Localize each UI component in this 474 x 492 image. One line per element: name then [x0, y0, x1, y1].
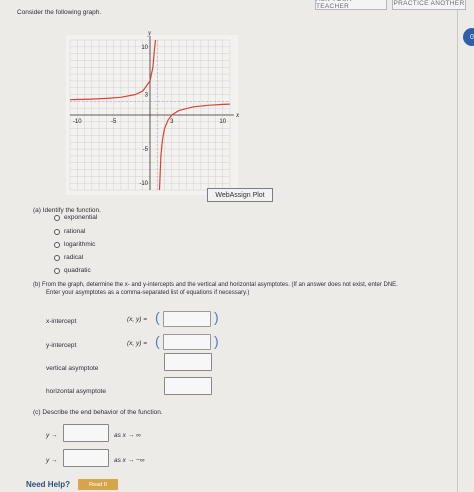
open-paren: ( [155, 309, 160, 325]
as-x-negative-infinity: as x → −∞ [114, 457, 145, 464]
y-intercept-label: y-intercept [46, 342, 77, 349]
x-tick-label: 10 [219, 119, 226, 125]
x-tick-label: -5 [111, 119, 117, 125]
x-intercept-input[interactable] [163, 311, 211, 327]
read-it-button[interactable]: Read It [78, 479, 118, 490]
end-behavior-lhs: y → [46, 432, 58, 439]
option-quadratic[interactable]: quadratic [54, 267, 91, 274]
x-intercept-label: x-intercept [46, 318, 77, 325]
ask-teacher-button[interactable]: ASK YOUR TEACHER [315, 0, 387, 10]
end-behavior-neg-input[interactable] [63, 449, 109, 467]
radio-button[interactable] [54, 254, 60, 261]
x-intercept-xy-prefix: (x, y) = [127, 316, 148, 323]
vertical-asymptote-input[interactable] [164, 353, 212, 371]
page-edge-rule [457, 0, 458, 492]
y-tick-label: -10 [139, 181, 148, 187]
close-paren: ) [214, 333, 219, 349]
x-axis-label: x [235, 111, 240, 119]
part-b-prompt: (b) From the graph, determine the x- and… [33, 282, 398, 288]
option-radical[interactable]: radical [54, 254, 83, 261]
horizontal-asymptote-label: horizontal asymptote [46, 388, 106, 395]
radio-button[interactable] [54, 267, 60, 274]
end-behavior-pos-input[interactable] [63, 424, 109, 442]
option-label: radical [64, 254, 84, 261]
open-paren: ( [155, 333, 160, 349]
close-paren: ) [214, 309, 219, 325]
part-b-instructions: Enter your asymptotes as a comma-separat… [46, 290, 250, 296]
option-rational[interactable]: rational [54, 228, 85, 235]
option-exponential[interactable]: exponential [54, 214, 97, 221]
practice-another-button[interactable]: PRACTICE ANOTHER [392, 0, 466, 10]
option-logarithmic[interactable]: logarithmic [54, 241, 95, 248]
as-x-positive-infinity: as x → ∞ [114, 432, 141, 439]
option-label: quadratic [64, 267, 91, 274]
option-label: logarithmic [64, 241, 96, 248]
radio-button[interactable] [54, 214, 60, 221]
vertical-asymptote-label: vertical asymptote [46, 365, 99, 372]
question-badge[interactable]: 0 [463, 28, 474, 46]
function-graph: -10 -5 3 10103-5-10 x y [66, 30, 240, 195]
horizontal-asymptote-input[interactable] [164, 377, 212, 395]
y-tick-label: 10 [141, 45, 148, 51]
need-help-label: Need Help? [26, 480, 71, 489]
y-intercept-xy-prefix: (x, y) = [127, 340, 148, 347]
part-c-prompt: (c) Describe the end behavior of the fun… [33, 409, 163, 416]
radio-button[interactable] [54, 228, 60, 235]
part-a-prompt: (a) Identify the function. [33, 207, 101, 214]
y-intercept-input[interactable] [163, 334, 211, 350]
radio-button[interactable] [54, 241, 60, 248]
webassign-plot-button[interactable]: WebAssign Plot [207, 188, 273, 202]
option-label: exponential [64, 214, 98, 221]
y-tick-label: -5 [143, 147, 149, 153]
option-label: rational [64, 228, 86, 235]
end-behavior-lhs: y → [46, 457, 58, 464]
question-intro: Consider the following graph. [17, 9, 102, 16]
x-tick-label: -10 [73, 119, 82, 125]
